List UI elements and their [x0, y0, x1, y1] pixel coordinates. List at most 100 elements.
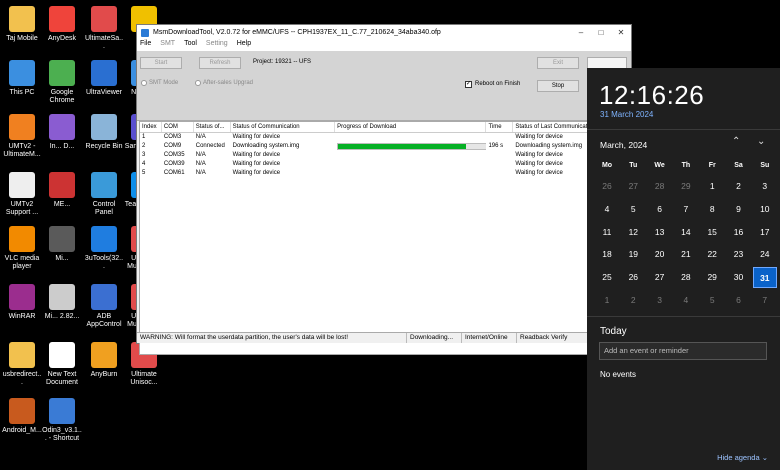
desktop-icon[interactable]: VLC media player	[2, 226, 42, 271]
calendar-day[interactable]: 18	[595, 244, 619, 265]
calendar-day[interactable]: 15	[700, 222, 724, 243]
calendar-day[interactable]: 2	[621, 290, 645, 311]
after-sales-radio[interactable]	[195, 80, 201, 86]
desktop-icon[interactable]: AnyDesk	[42, 6, 82, 43]
calendar-day[interactable]: 6	[648, 199, 672, 220]
desktop-icon[interactable]: In... D...	[42, 114, 82, 151]
smt-mode-radio[interactable]	[141, 80, 147, 86]
desktop-icon[interactable]: This PC	[2, 60, 42, 97]
desktop-icon[interactable]: Taj Mobile	[2, 6, 42, 43]
calendar-day[interactable]: 27	[621, 176, 645, 197]
calendar-month[interactable]: March, 2024	[600, 140, 647, 150]
col-header[interactable]: Index	[140, 122, 162, 132]
desktop-icon[interactable]: Mi... 2.82...	[42, 284, 82, 321]
table-cell	[486, 169, 513, 178]
calendar-day[interactable]: 20	[648, 244, 672, 265]
table-row[interactable]: 2 COM9 Connected Downloading system.img 196 …	[140, 142, 588, 151]
calendar-day[interactable]: 12	[621, 222, 645, 243]
stop-button[interactable]: Stop	[537, 80, 579, 92]
calendar-day[interactable]: 7	[674, 199, 698, 220]
table-row[interactable]: 5 COM61 N/A Waiting for device Waiting for d…	[140, 169, 588, 178]
calendar-day[interactable]: 23	[727, 244, 751, 265]
desktop-icon[interactable]: UMTv2 - UltimateM...	[2, 114, 42, 159]
maximize-button[interactable]: □	[591, 28, 611, 37]
chevron-up-icon[interactable]: ⌃	[732, 136, 740, 147]
col-header[interactable]: COM	[162, 122, 194, 132]
calendar-day-today[interactable]: 31	[752, 267, 777, 289]
desktop-icon[interactable]: Control Panel	[84, 172, 124, 217]
calendar-day[interactable]: 29	[674, 176, 698, 197]
calendar-day[interactable]: 14	[674, 222, 698, 243]
calendar-day[interactable]: 28	[674, 267, 698, 288]
desktop-icon[interactable]: AnyBurn	[84, 342, 124, 379]
col-header[interactable]: Time	[486, 122, 514, 132]
desktop-icon[interactable]: Odin3_v3.1... - Shortcut	[42, 398, 82, 443]
start-button[interactable]: Start	[140, 57, 182, 69]
calendar-day[interactable]: 5	[621, 199, 645, 220]
desktop-icon[interactable]: UltraViewer	[84, 60, 124, 97]
calendar-day[interactable]: 7	[753, 290, 777, 311]
desktop-icon[interactable]: ME...	[42, 172, 82, 209]
calendar-day[interactable]: 16	[727, 222, 751, 243]
col-header[interactable]: Status of Communication	[231, 122, 336, 132]
chevron-down-icon[interactable]: ⌄	[757, 136, 765, 147]
window-title: MsmDownloadTool, V2.0.72 for eMMC/UFS --…	[153, 29, 441, 36]
desktop-icon[interactable]: 3uTools(32...	[84, 226, 124, 271]
calendar-day[interactable]: 22	[700, 244, 724, 265]
calendar-day[interactable]: 1	[595, 290, 619, 311]
desktop-icon[interactable]: WinRAR	[2, 284, 42, 321]
calendar-day[interactable]: 4	[674, 290, 698, 311]
reboot-checkbox[interactable]: ✓	[465, 81, 472, 88]
calendar-day[interactable]: 10	[753, 199, 777, 220]
calendar-day[interactable]: 30	[727, 267, 751, 288]
table-row[interactable]: 4 COM39 N/A Waiting for device Waiting for d…	[140, 160, 588, 169]
calendar-day[interactable]: 24	[753, 244, 777, 265]
minimize-button[interactable]: –	[571, 28, 591, 37]
menu-file[interactable]: File	[140, 40, 151, 51]
close-button[interactable]: ✕	[611, 28, 631, 37]
calendar-day[interactable]: 19	[621, 244, 645, 265]
menu-tool[interactable]: Tool	[184, 40, 197, 51]
col-header[interactable]: Progress of Download	[335, 122, 487, 132]
clock-date[interactable]: 31 March 2024	[600, 110, 653, 119]
calendar-day[interactable]: 21	[674, 244, 698, 265]
desktop-icon[interactable]: UltimateSa...	[84, 6, 124, 51]
table-row[interactable]: 3 COM35 N/A Waiting for device Waiting for d…	[140, 151, 588, 160]
calendar-day[interactable]: 8	[700, 199, 724, 220]
desktop-icon[interactable]: UMTv2 Support ...	[2, 172, 42, 217]
calendar-day[interactable]: 6	[727, 290, 751, 311]
calendar-day[interactable]: 3	[648, 290, 672, 311]
calendar-day[interactable]: 4	[595, 199, 619, 220]
desktop-icon[interactable]: Android_M...	[2, 398, 42, 435]
table-row[interactable]: 1 COM3 N/A Waiting for device Waiting for de…	[140, 133, 588, 142]
calendar-day[interactable]: 13	[648, 222, 672, 243]
hide-agenda-link[interactable]: Hide agenda ⌄	[717, 453, 768, 462]
desktop-icon[interactable]: usbredirect...	[2, 342, 42, 387]
add-event-input[interactable]: Add an event or reminder	[599, 342, 767, 360]
calendar-day[interactable]: 1	[700, 176, 724, 197]
calendar-day[interactable]: 26	[595, 176, 619, 197]
calendar-day[interactable]: 2	[727, 176, 751, 197]
col-header[interactable]: Status of Last Communicatio	[513, 122, 589, 132]
col-header[interactable]: Status of...	[194, 122, 231, 132]
calendar-day[interactable]: 17	[753, 222, 777, 243]
calendar-day[interactable]: 29	[700, 267, 724, 288]
menu-help[interactable]: Help	[237, 40, 251, 51]
calendar-day[interactable]: 3	[753, 176, 777, 197]
calendar-day[interactable]: 11	[595, 222, 619, 243]
calendar-day[interactable]: 28	[648, 176, 672, 197]
desktop-icon[interactable]: New Text Document	[42, 342, 82, 387]
refresh-button[interactable]: Refresh	[199, 57, 241, 69]
exit-button[interactable]: Exit	[537, 57, 579, 69]
calendar-day[interactable]: 27	[648, 267, 672, 288]
desktop-icon[interactable]: Recycle Bin	[84, 114, 124, 151]
calendar-day[interactable]: 5	[700, 290, 724, 311]
desktop-icon[interactable]: Google Chrome	[42, 60, 82, 105]
calendar-day[interactable]: 9	[727, 199, 751, 220]
menu-setting[interactable]: Setting	[206, 40, 228, 51]
desktop-icon[interactable]: Mi...	[42, 226, 82, 263]
desktop-icon[interactable]: ADB AppControl	[84, 284, 124, 329]
calendar-day[interactable]: 26	[621, 267, 645, 288]
calendar-day[interactable]: 25	[595, 267, 619, 288]
menu-smt[interactable]: SMT	[160, 40, 175, 51]
